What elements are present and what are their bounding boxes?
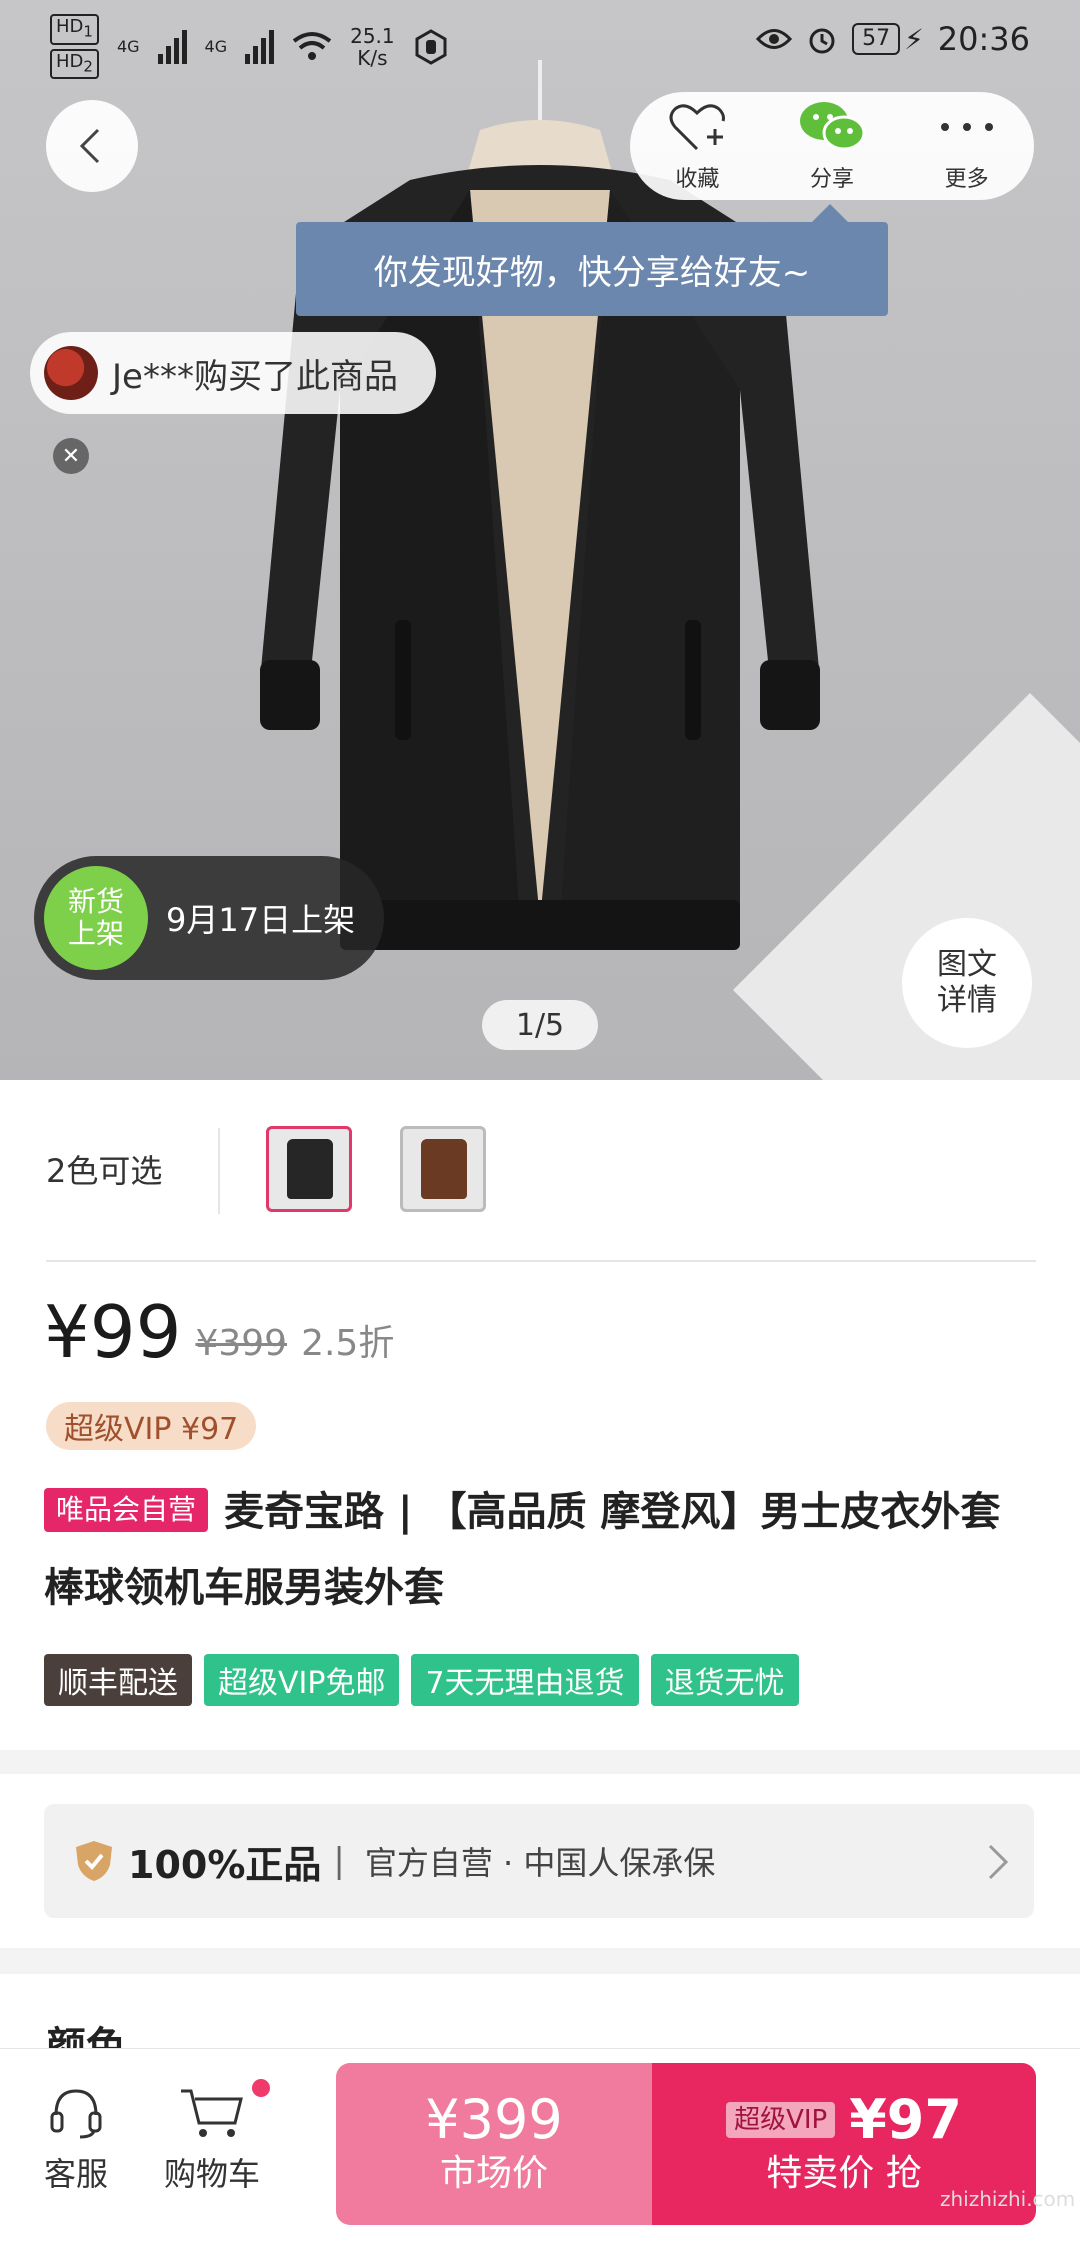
clock: 20:36 — [937, 20, 1030, 58]
product-image-gallery[interactable]: HD1 HD2 4G 4G 25.1K/s 57⚡ 20:36 收藏 分享 — [0, 0, 1080, 1080]
more-button[interactable]: 更多 — [907, 99, 1027, 193]
shield-check-icon — [76, 1841, 112, 1881]
tag-vip-free-shipping: 超级VIP免邮 — [204, 1654, 400, 1706]
sale-price: ¥99 — [44, 1290, 182, 1374]
favorite-button[interactable]: 收藏 — [637, 99, 757, 193]
tag-worry-free-return: 退货无忧 — [650, 1654, 799, 1706]
chevron-left-icon — [79, 128, 100, 164]
buyer-avatar — [44, 346, 98, 400]
share-button[interactable]: 分享 — [772, 99, 892, 193]
more-label: 更多 — [944, 167, 989, 192]
color-swatch-brown[interactable] — [400, 1126, 486, 1212]
hd2-indicator: HD2 — [50, 48, 99, 80]
alarm-icon — [809, 28, 835, 54]
eye-icon — [756, 29, 793, 49]
new-arrival-badge: 新货 上架 — [44, 866, 148, 970]
product-info: 2色可选 ¥99 ¥399 2.5折 超级VIP ¥97 唯品会自营 麦奇宝路 |… — [0, 1080, 1080, 1750]
cart-icon — [181, 2089, 243, 2137]
listed-date: 9月17日上架 — [166, 901, 356, 939]
hd1-indicator: HD1 — [50, 14, 99, 45]
super-vip-badge: 超级VIP — [726, 2102, 836, 2138]
battery-indicator: 57 ⚡ — [852, 23, 924, 56]
authenticity-label: 100%正品 — [128, 1842, 322, 1887]
new-arrival-pill: 新货 上架 9月17日上架 — [34, 856, 384, 980]
spacer — [0, 1948, 1080, 1974]
service-label: 客服 — [44, 2155, 109, 2193]
service-tags: 顺丰配送 超级VIP免邮 7天无理由退货 退货无忧 — [44, 1654, 799, 1706]
customer-service-button[interactable]: 客服 — [44, 2085, 108, 2195]
status-bar: HD1 HD2 4G 4G 25.1 K/s 57 ⚡ 20:36 — [0, 0, 1080, 84]
network-type-1: 4G — [116, 37, 140, 57]
chevron-right-icon — [988, 1844, 1009, 1880]
product-title-block: 唯品会自营 麦奇宝路 | 【高品质 摩登风】男士皮衣外套棒球领机车服男装外套 — [44, 1474, 1034, 1626]
close-icon[interactable]: ✕ — [53, 438, 89, 474]
share-tooltip[interactable]: 你发现好物，快分享给好友~ — [296, 204, 888, 316]
tag-7-day-return: 7天无理由退货 — [411, 1654, 639, 1706]
network-type-2: 4G — [204, 37, 228, 57]
headset-icon — [50, 2089, 102, 2139]
recent-buyer-notice: Je***购买了此商品 — [30, 332, 436, 414]
market-price-label: 市场价 — [439, 2153, 548, 2194]
color-swatch-black[interactable] — [266, 1126, 352, 1212]
cart-badge-dot — [252, 2079, 270, 2097]
special-price-label: 特卖价 抢 — [766, 2153, 922, 2194]
network-speed: 25.1 K/s — [350, 23, 395, 70]
cart-label: 购物车 — [164, 2155, 261, 2193]
authenticity-guarantee-row[interactable]: 100%正品 | 官方自营 · 中国人保承保 — [44, 1804, 1034, 1918]
color-selector: 2色可选 — [46, 1080, 1036, 1262]
colors-count-label: 2色可选 — [46, 1152, 163, 1190]
tag-sf-delivery: 顺丰配送 — [44, 1654, 192, 1706]
self-operated-tag: 唯品会自营 — [44, 1488, 209, 1532]
wifi-icon — [292, 31, 332, 60]
purchase-buttons: ¥399 市场价 超级VIP ¥97 特卖价 抢 — [336, 2063, 1036, 2225]
back-button[interactable] — [46, 100, 138, 192]
spacer — [0, 1750, 1080, 1774]
hexagon-hand-icon — [415, 28, 447, 65]
signal-icon-2 — [245, 29, 275, 64]
wechat-icon — [799, 102, 866, 151]
guarantee-section: 100%正品 | 官方自营 · 中国人保承保 — [0, 1774, 1080, 1948]
heart-plus-icon — [669, 104, 726, 151]
separator: | — [333, 1841, 345, 1881]
market-price: ¥399 — [425, 2088, 563, 2151]
cart-button[interactable]: 购物车 — [164, 2079, 270, 2195]
price-row: ¥99 ¥399 2.5折 — [44, 1296, 394, 1368]
top-action-bar: 收藏 分享 更多 — [630, 92, 1034, 200]
image-text-detail-button[interactable]: 图文 详情 — [902, 918, 1032, 1048]
market-price-button[interactable]: ¥399 市场价 — [336, 2063, 652, 2225]
original-price: ¥399 — [195, 1323, 288, 1364]
signal-icon — [157, 29, 187, 64]
special-price: ¥97 — [849, 2088, 962, 2151]
buyer-text: Je***购买了此商品 — [112, 356, 398, 397]
super-vip-price-tag: 超级VIP ¥97 — [46, 1402, 257, 1450]
discount-rate: 2.5折 — [301, 1323, 395, 1364]
guarantee-description: 官方自营 · 中国人保承保 — [364, 1844, 716, 1882]
bottom-action-bar: 客服 购物车 ¥399 市场价 超级VIP ¥97 特卖价 抢 zhizhizh… — [0, 2048, 1080, 2241]
watermark: zhizhizhi.com — [940, 2187, 1076, 2211]
more-dots-icon — [940, 123, 993, 131]
share-label: 分享 — [809, 167, 854, 192]
image-pager: 1/5 — [482, 1000, 598, 1050]
divider — [218, 1128, 220, 1214]
favorite-label: 收藏 — [675, 167, 720, 192]
